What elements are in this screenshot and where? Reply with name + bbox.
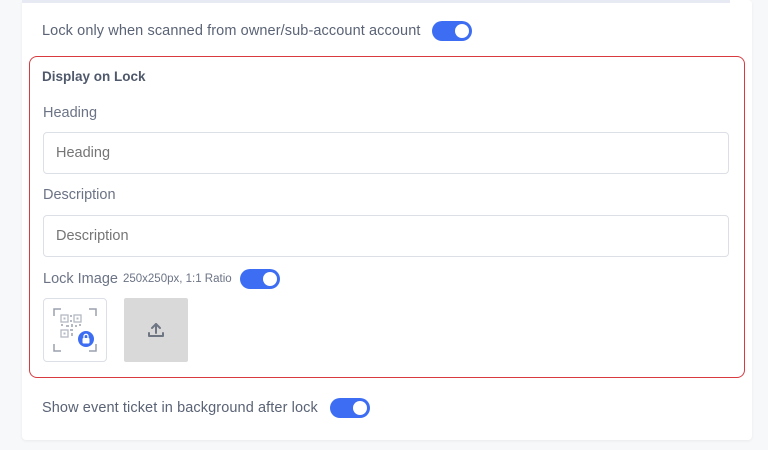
lock-image-label: Lock Image	[43, 271, 118, 287]
lock-owner-label: Lock only when scanned from owner/sub-ac…	[42, 23, 421, 39]
toggle-knob	[455, 24, 470, 38]
toggle-knob	[352, 401, 367, 415]
heading-label: Heading	[43, 105, 98, 121]
settings-page: Lock only when scanned from owner/sub-ac…	[0, 0, 768, 450]
lock-image-toggle[interactable]	[239, 269, 280, 289]
heading-input[interactable]	[43, 132, 729, 174]
lock-owner-toggle[interactable]	[432, 21, 473, 41]
description-input[interactable]	[43, 215, 729, 257]
lock-image-hint: 250x250px, 1:1 Ratio	[122, 273, 232, 285]
section-title: Display on Lock	[42, 69, 146, 84]
upload-icon	[148, 323, 164, 337]
display-on-lock-section: Display on Lock Heading Description Lock…	[29, 56, 745, 378]
qr-lock-icon	[53, 308, 97, 352]
lock-image-setting: Lock Image 250x250px, 1:1 Ratio	[43, 269, 280, 289]
upload-button[interactable]	[124, 298, 188, 362]
description-label: Description	[43, 187, 116, 203]
top-divider	[22, 0, 730, 3]
show-ticket-setting: Show event ticket in background after lo…	[42, 398, 370, 418]
show-ticket-toggle[interactable]	[329, 398, 370, 418]
show-ticket-label: Show event ticket in background after lo…	[42, 400, 318, 416]
lock-owner-setting: Lock only when scanned from owner/sub-ac…	[42, 21, 473, 41]
toggle-knob	[262, 272, 277, 286]
lock-image-thumbnail[interactable]	[43, 298, 107, 362]
